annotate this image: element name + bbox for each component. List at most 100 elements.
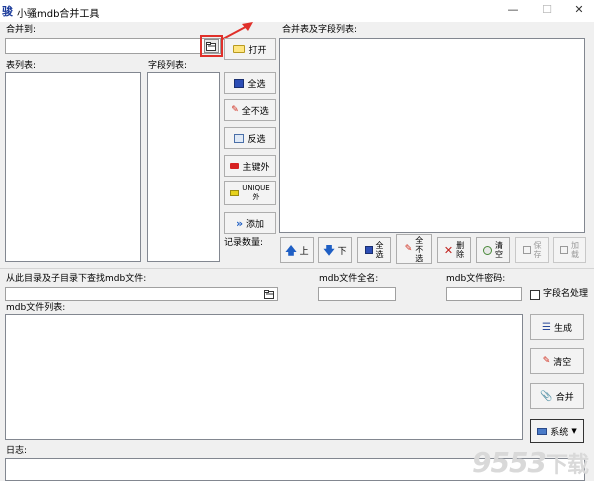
title-bar: 骏 小骚mdb合并工具 — ☐ ✕ [0,0,594,22]
select-all-label: 全选 [247,79,266,90]
search-dir-label: 从此目录及子目录下查找mdb文件: [6,274,147,284]
delete-label-2: 除 [456,250,465,259]
delete-x-icon: ✕ [443,243,454,257]
merge-to-label: 合并到: [6,25,37,35]
merge-label: 合并 [555,392,574,403]
move-down-button[interactable]: 🡇 下 [318,237,352,263]
open-button[interactable]: 打开 [224,38,276,60]
merge-to-field[interactable] [5,38,221,54]
unique-button[interactable]: UNIQUE 外 [224,181,276,205]
clear-icon [483,245,492,255]
select-none-button[interactable]: ✎ 全不选 [224,99,276,121]
search-dir-field[interactable] [5,287,278,301]
file-list-clear-button[interactable]: ✎ 清空 [530,348,584,374]
load-icon [560,246,568,254]
select-all-icon [364,246,373,254]
delete-button[interactable]: ✕ 删 除 [437,237,471,263]
move-up-button[interactable]: 🡅 上 [280,237,314,263]
delete-label-1: 删 [456,241,465,250]
merged-clear-button[interactable]: 清 空 [476,237,510,263]
table-listbox[interactable] [5,72,141,262]
merged-select-none-label-3: 选 [415,253,424,263]
mdb-fullname-label: mdb文件全名: [319,274,379,284]
eraser-icon: ✎ [231,104,239,115]
double-chevron-right-icon: » [235,216,244,230]
field-name-handling-checkbox[interactable] [530,290,540,300]
generate-button[interactable]: ☰ 生成 [530,314,584,340]
section-divider [0,268,594,269]
primary-key-button[interactable]: 主键外 [224,155,276,177]
browse-highlight-box [200,35,223,57]
unique-label-line2: 外 [252,193,260,201]
merged-list-label: 合并表及字段列表: [282,25,358,35]
watermark-suffix: 下载 [545,453,589,478]
unique-icon [230,190,240,196]
merged-select-none-button[interactable]: ✎ 全 不 选 [396,234,432,264]
search-dir-browse-button[interactable] [262,288,276,300]
key-icon [230,163,240,169]
merged-clear-label-2: 空 [495,250,503,259]
folder-icon [233,45,246,53]
system-icon [537,427,548,435]
add-button-label: 添加 [246,219,265,230]
file-list-clear-label: 清空 [553,357,572,368]
save-label-1: 保 [533,241,542,250]
record-count-label: 记录数量: [224,238,264,248]
field-name-handling-label: 字段名处理 [543,289,589,299]
merged-select-none-label-1: 全 [415,235,424,245]
field-listbox[interactable] [147,72,220,262]
load-button[interactable]: 加 载 [553,237,586,263]
merged-select-all-button[interactable]: 全 选 [357,237,391,263]
mdb-file-list-label: mdb文件列表: [6,303,66,313]
add-button[interactable]: » 添加 [224,212,276,234]
move-up-label: 上 [299,246,309,257]
merged-select-all-label-1: 全 [375,241,384,250]
watermark-logo: 9553下载 [472,446,589,479]
app-icon: 骏 [2,5,13,18]
list-icon: ☰ [542,321,551,333]
system-label: 系统 [550,427,569,438]
load-label-2: 载 [571,250,579,259]
log-label: 日志: [6,446,28,456]
load-label-1: 加 [571,241,579,250]
merged-select-all-label-2: 选 [375,250,384,259]
merge-button[interactable]: 📎 合并 [530,383,584,409]
eraser-icon: ✎ [542,355,551,366]
select-all-button[interactable]: 全选 [224,72,276,94]
primary-key-label: 主键外 [242,162,270,173]
invert-select-label: 反选 [247,134,266,145]
folder-open-icon [263,289,274,299]
eraser-icon: ✎ [404,243,413,254]
dropdown-arrow-icon: ▼ [571,426,577,435]
merged-listbox[interactable] [279,38,585,233]
select-all-icon [234,78,245,88]
mdb-password-label: mdb文件密码: [446,274,506,284]
open-button-label: 打开 [248,45,267,56]
unique-label-line1: UNIQUE [242,184,270,192]
window-title: 小骚mdb合并工具 [17,9,100,20]
field-list-label: 字段列表: [148,61,188,71]
save-label-2: 存 [533,250,542,259]
minimize-button[interactable]: — [496,0,530,20]
maximize-button[interactable]: ☐ [530,0,564,20]
arrow-up-icon: 🡅 [285,243,297,257]
move-down-label: 下 [337,246,347,257]
arrow-down-icon: 🡇 [323,243,335,257]
mdb-fullname-field[interactable] [318,287,396,301]
invert-select-button[interactable]: 反选 [224,127,276,149]
generate-label: 生成 [553,323,572,334]
save-icon [522,246,531,254]
table-list-label: 表列表: [6,61,37,71]
annotation-arrow-head [242,22,253,31]
system-menu-button[interactable]: 系统 ▼ [530,419,584,443]
select-none-label: 全不选 [241,106,269,117]
save-button[interactable]: 保 存 [515,237,549,263]
mdb-password-field[interactable] [446,287,522,301]
mdb-file-listbox[interactable] [5,314,523,440]
merged-select-none-label-2: 不 [415,244,424,254]
merged-clear-label-1: 清 [495,241,503,250]
invert-icon [234,133,245,143]
paperclip-icon: 📎 [540,390,553,402]
close-button[interactable]: ✕ [562,0,594,20]
watermark-main: 9553 [472,446,547,479]
